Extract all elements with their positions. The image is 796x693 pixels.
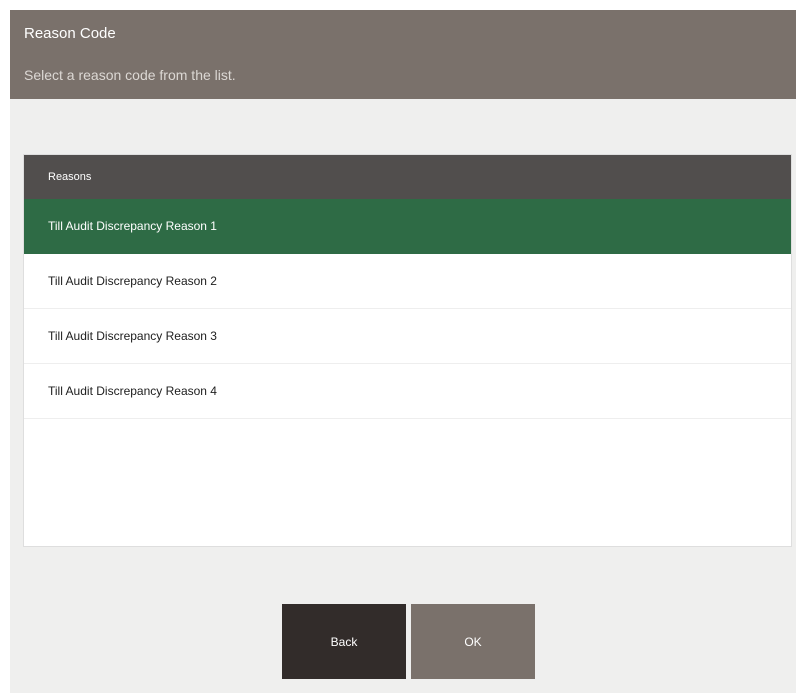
- dialog-title: Reason Code: [24, 25, 116, 42]
- ok-button[interactable]: OK: [411, 604, 535, 679]
- reason-item-1[interactable]: Till Audit Discrepancy Reason 1: [24, 199, 791, 254]
- dialog-subtitle: Select a reason code from the list.: [24, 67, 236, 83]
- reason-item-2[interactable]: Till Audit Discrepancy Reason 2: [24, 254, 791, 309]
- back-button[interactable]: Back: [282, 604, 406, 679]
- reason-item-3[interactable]: Till Audit Discrepancy Reason 3: [24, 309, 791, 364]
- reason-list: Reasons Till Audit Discrepancy Reason 1 …: [23, 154, 792, 547]
- reason-item-4[interactable]: Till Audit Discrepancy Reason 4: [24, 364, 791, 419]
- dialog-header: Reason Code Select a reason code from th…: [10, 10, 796, 99]
- reason-code-dialog: Reason Code Select a reason code from th…: [10, 10, 796, 693]
- reason-list-header: Reasons: [24, 155, 791, 199]
